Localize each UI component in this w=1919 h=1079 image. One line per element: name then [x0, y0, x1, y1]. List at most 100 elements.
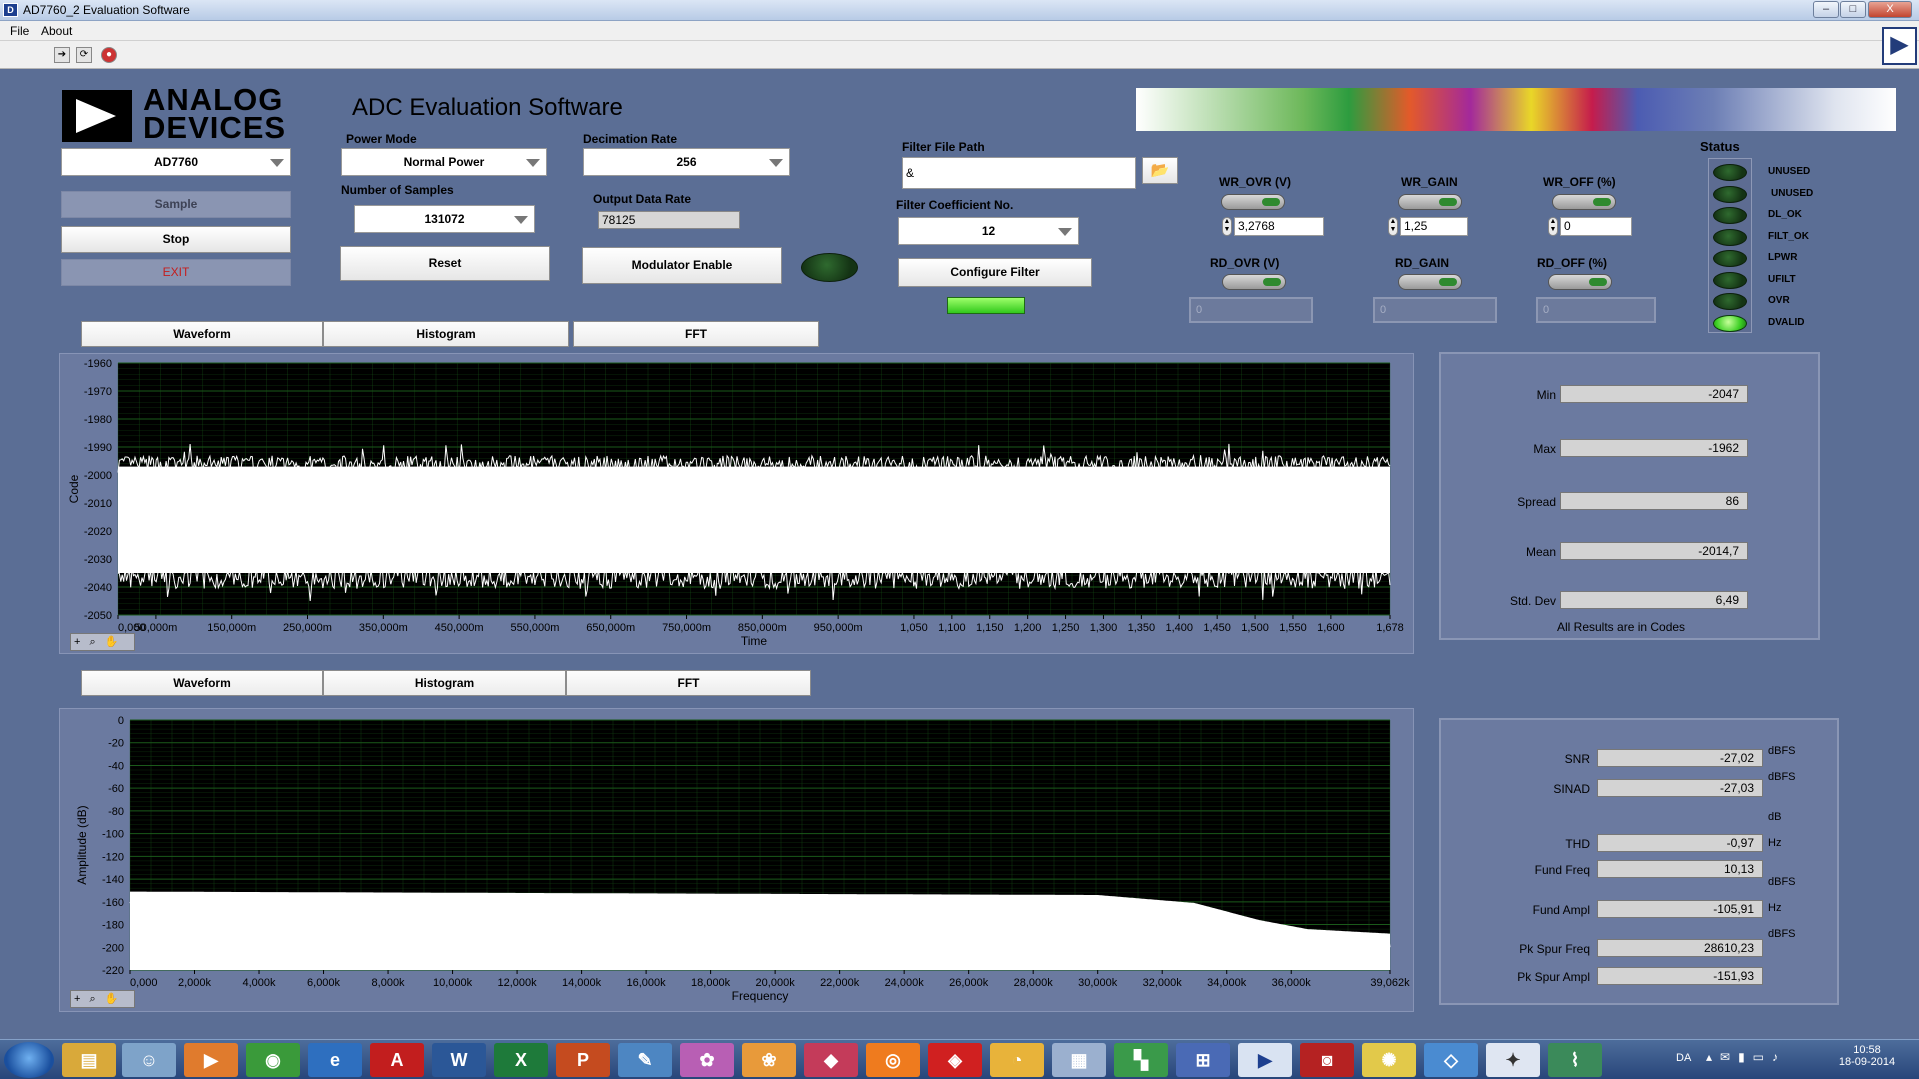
tab-waveform-top[interactable]: Waveform [81, 321, 323, 347]
y-tick-label: -160 [102, 897, 124, 909]
camera-app-icon[interactable]: ◙ [1300, 1043, 1354, 1077]
status-led-5 [1713, 271, 1747, 289]
tray-icons[interactable]: ▴✉▮▭♪ [1706, 1050, 1786, 1064]
tab-fft-top[interactable]: FFT [573, 321, 819, 347]
circuit-app-icon[interactable]: ▚ [1114, 1043, 1168, 1077]
scope-app-icon[interactable]: ⌇ [1548, 1043, 1602, 1077]
wr-off-input[interactable]: 0 [1560, 217, 1632, 236]
blender-icon[interactable]: ◎ [866, 1043, 920, 1077]
windows-app-icon[interactable]: ⊞ [1176, 1043, 1230, 1077]
tray-language[interactable]: DA [1676, 1052, 1691, 1064]
abort-icon[interactable]: ● [101, 47, 117, 63]
wr-off-toggle[interactable] [1552, 194, 1616, 210]
tab-fft-bottom[interactable]: FFT [566, 670, 811, 696]
exit-button[interactable]: EXIT [61, 259, 291, 286]
chrome-icon[interactable]: ◉ [246, 1043, 300, 1077]
fft-stat-value-0: -27,02 [1597, 749, 1763, 767]
reset-button[interactable]: Reset [340, 246, 550, 281]
photo-app-icon[interactable]: ❀ [742, 1043, 796, 1077]
fft-stat-unit-4: dBFS [1768, 876, 1796, 888]
x-tick-label: 2,000k [178, 977, 212, 989]
wr-off-spinner[interactable]: ▲ ▼ [1548, 217, 1558, 236]
paint-app-icon[interactable]: ✿ [680, 1043, 734, 1077]
tab-waveform-bottom[interactable]: Waveform [81, 670, 323, 696]
fft-zoom-tools[interactable]: + ⌕ ✋ [70, 990, 135, 1008]
x-tick-label: 850,000m [738, 622, 787, 634]
wr-gain-toggle[interactable] [1398, 194, 1462, 210]
status-label-4: LPWR [1768, 252, 1798, 263]
calculator-icon[interactable]: ▦ [1052, 1043, 1106, 1077]
filter-path-input[interactable]: & [902, 157, 1136, 189]
folder-browse-icon[interactable]: 📂 [1142, 157, 1178, 184]
fft-stat-value-1: -27,03 [1597, 779, 1763, 797]
y-tick-label: -60 [108, 783, 124, 795]
num-samples-select[interactable]: 131072 [354, 205, 535, 233]
ad-eval-taskbar-icon[interactable]: ▶ [1238, 1043, 1292, 1077]
power-mode-select[interactable]: Normal Power [341, 148, 547, 176]
wr-gain-input[interactable]: 1,25 [1400, 217, 1468, 236]
x-tick-label: 250,000m [283, 622, 332, 634]
wr-gain-spinner[interactable]: ▲ ▼ [1388, 217, 1398, 236]
decimation-select[interactable]: 256 [583, 148, 790, 176]
taskbar: ▤ ☺ ▶ ◉ e A W X P ✎ ✿ ❀ ◆ ◎ ◈ ◔ ▦ ▚ ⊞ ▶ … [0, 1039, 1919, 1079]
rd-ovr-toggle[interactable] [1222, 274, 1286, 290]
start-button-icon[interactable] [4, 1042, 54, 1078]
diamond-app-icon[interactable]: ◇ [1424, 1043, 1478, 1077]
fft-chart[interactable]: 0 -20 -40 -60 -80 -100 -120 -140 -160 -180 -200 -22… [59, 708, 1414, 1012]
run-indicator-icon[interactable]: ▶ [1882, 27, 1917, 65]
num-samples-label: Number of Samples [341, 183, 454, 197]
close-button[interactable]: X [1868, 1, 1912, 18]
rd-gain-toggle[interactable] [1398, 274, 1462, 290]
device-select[interactable]: AD7760 [61, 148, 291, 176]
rd-gain-label: RD_GAIN [1395, 256, 1450, 270]
wr-ovr-toggle[interactable] [1221, 194, 1285, 210]
waveform-chart[interactable]: -1960 -1970 -1980 -1990 -2000 -2010 -2020 -2030… [59, 353, 1414, 654]
x-tick-label: 10,000k [433, 977, 473, 989]
title-bar: D AD7760_2 Evaluation Software – □ X [0, 0, 1919, 21]
drawing-app-icon[interactable]: ✎ [618, 1043, 672, 1077]
menu-file[interactable]: File [10, 24, 29, 38]
altium-icon[interactable]: ◈ [928, 1043, 982, 1077]
filter-configured-indicator [947, 297, 1025, 314]
timer-app-icon[interactable]: ◔ [990, 1043, 1044, 1077]
tray-clock[interactable]: 10:58 18-09-2014 [1832, 1044, 1902, 1068]
fft-stat-label-4: Fund Ampl [1532, 903, 1590, 917]
sample-button[interactable]: Sample [61, 191, 291, 218]
status-led-6 [1713, 293, 1747, 310]
wr-ovr-spinner[interactable]: ▲ ▼ [1222, 217, 1232, 236]
word-icon[interactable]: W [432, 1043, 486, 1077]
x-tick-label: 8,000k [372, 977, 406, 989]
design-app-icon[interactable]: ◆ [804, 1043, 858, 1077]
decimation-label: Decimation Rate [583, 132, 678, 146]
tab-histogram-top[interactable]: Histogram [323, 321, 569, 347]
configure-filter-button[interactable]: Configure Filter [898, 258, 1092, 287]
internet-explorer-icon[interactable]: e [308, 1043, 362, 1077]
maximize-button[interactable]: □ [1840, 1, 1866, 18]
x-tick-label: 20,000k [756, 977, 796, 989]
y-tick-label: -2000 [84, 470, 112, 482]
run-arrow-icon[interactable]: ➔ [54, 47, 70, 63]
messenger-icon[interactable]: ☺ [122, 1043, 176, 1077]
logo-text: ANALOG DEVICES [143, 84, 286, 143]
acrobat-icon[interactable]: A [370, 1043, 424, 1077]
rd-off-toggle[interactable] [1548, 274, 1612, 290]
wr-ovr-input[interactable]: 3,2768 [1234, 217, 1324, 236]
tab-histogram-bottom[interactable]: Histogram [323, 670, 566, 696]
menu-about[interactable]: About [41, 24, 72, 38]
y-axis-label: Amplitude (dB) [75, 805, 89, 884]
num-samples-value: 131072 [424, 212, 465, 226]
run-continuous-icon[interactable]: ⟳ [76, 47, 92, 63]
modulator-enable-button[interactable]: Modulator Enable [582, 247, 782, 284]
powerpoint-icon[interactable]: P [556, 1043, 610, 1077]
fft-stat-label-2: THD [1565, 837, 1590, 851]
fox-app-icon[interactable]: ✦ [1486, 1043, 1540, 1077]
media-player-icon[interactable]: ▶ [184, 1043, 238, 1077]
filter-coeff-select[interactable]: 12 [898, 217, 1079, 245]
stop-button[interactable]: Stop [61, 226, 291, 253]
minimize-button[interactable]: – [1813, 1, 1839, 18]
explorer-icon[interactable]: ▤ [62, 1043, 116, 1077]
excel-icon[interactable]: X [494, 1043, 548, 1077]
y-tick-label: -40 [108, 760, 124, 772]
bulb-app-icon[interactable]: ✺ [1362, 1043, 1416, 1077]
waveform-zoom-tools[interactable]: + ⌕ ✋ [70, 633, 135, 651]
